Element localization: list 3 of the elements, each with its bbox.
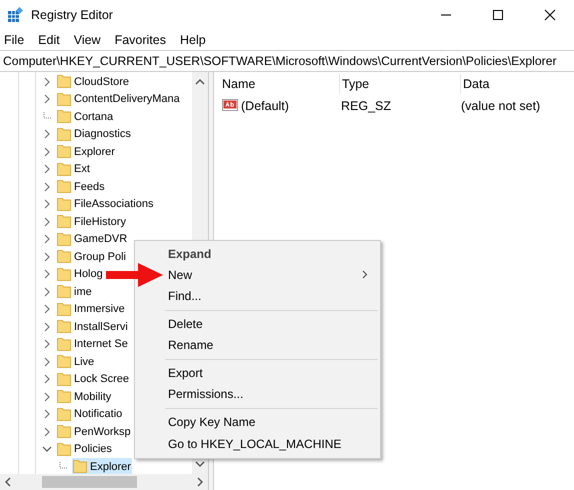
- window-title: Registry Editor: [31, 8, 113, 22]
- value-type: REG_SZ: [340, 99, 392, 113]
- value-data: (value not set): [460, 99, 540, 113]
